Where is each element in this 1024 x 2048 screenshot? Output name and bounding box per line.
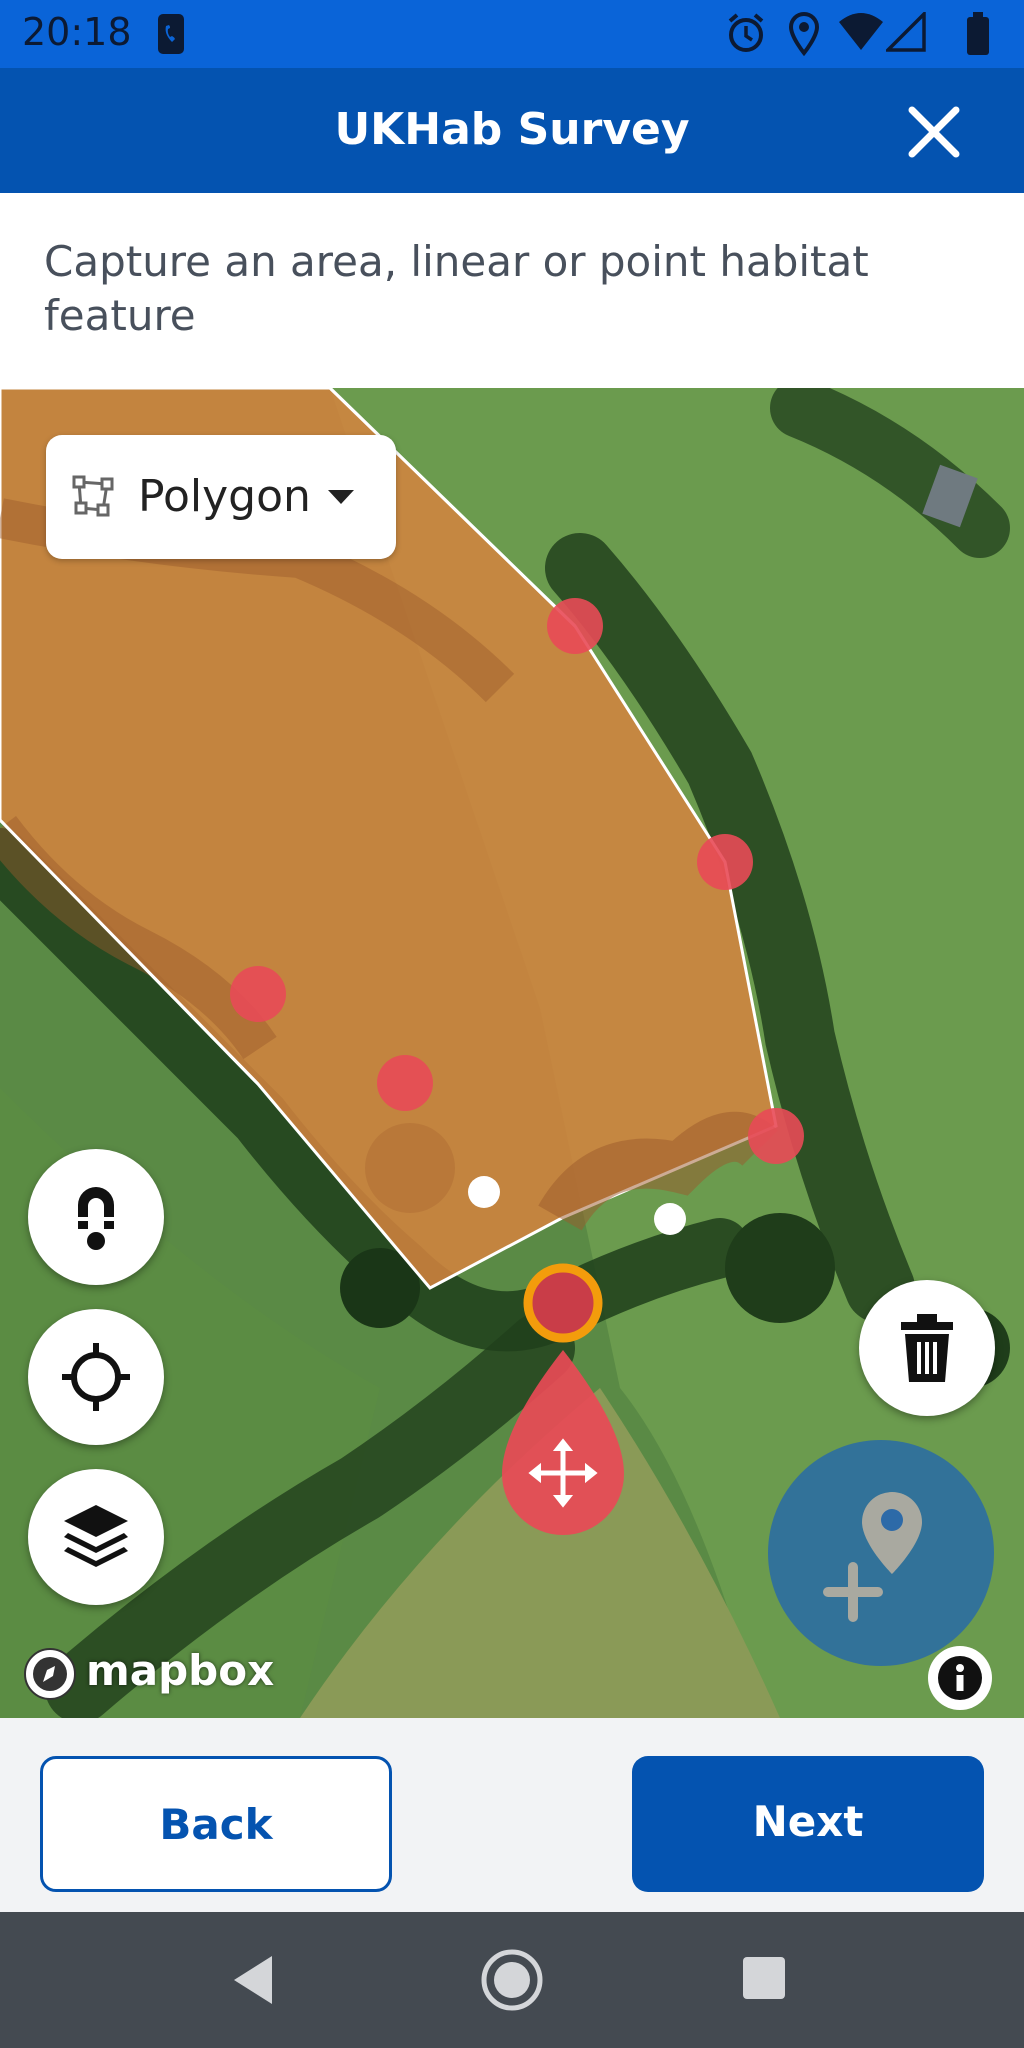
info-icon xyxy=(938,1656,982,1700)
phone-icon xyxy=(156,12,186,60)
back-nav-button[interactable] xyxy=(228,1952,280,2012)
app-header: UKHab Survey xyxy=(0,68,1024,193)
snap-toggle-button[interactable] xyxy=(28,1149,164,1285)
page-title: UKHab Survey xyxy=(334,104,690,155)
back-button[interactable]: Back xyxy=(40,1756,392,1892)
locate-button[interactable] xyxy=(28,1309,164,1445)
back-nav-icon xyxy=(234,1956,272,2004)
footer-actions: Back Next xyxy=(0,1718,1024,1912)
map-view[interactable]: Polygon mapbox xyxy=(0,388,1024,1718)
next-button[interactable]: Next xyxy=(632,1756,984,1892)
wifi-icon xyxy=(838,12,884,56)
magnet-icon xyxy=(78,1187,114,1250)
close-icon xyxy=(908,106,960,158)
attribution-info-button[interactable] xyxy=(928,1646,992,1710)
alarm-icon xyxy=(725,12,767,58)
signal-icon xyxy=(883,9,926,56)
crosshair-icon xyxy=(62,1343,130,1411)
battery-icon xyxy=(966,12,990,60)
selected-vertex[interactable] xyxy=(523,1263,603,1343)
add-location-icon xyxy=(823,1492,922,1622)
geometry-type-label: Polygon xyxy=(138,471,311,522)
layers-icon xyxy=(64,1505,128,1567)
home-nav-button[interactable] xyxy=(480,1948,544,2016)
geometry-type-dropdown[interactable]: Polygon xyxy=(46,435,396,559)
recents-nav-button[interactable] xyxy=(742,1956,786,2004)
instruction-panel: Capture an area, linear or point habitat… xyxy=(0,193,1024,388)
layers-button[interactable] xyxy=(28,1469,164,1605)
caret-down-icon xyxy=(328,490,354,504)
status-bar: 20:18 xyxy=(0,0,1024,68)
location-icon xyxy=(788,11,820,60)
system-nav-bar xyxy=(0,1912,1024,2048)
trash-icon xyxy=(901,1314,953,1382)
delete-vertex-button[interactable] xyxy=(859,1280,995,1416)
instruction-text: Capture an area, linear or point habitat… xyxy=(44,237,869,340)
mapbox-mark-icon xyxy=(24,1648,76,1700)
add-point-button[interactable] xyxy=(768,1440,994,1666)
status-time: 20:18 xyxy=(22,10,132,54)
polygon-icon xyxy=(72,475,114,517)
close-button[interactable] xyxy=(906,104,962,160)
home-nav-icon xyxy=(481,1949,543,2011)
mapbox-logo-text: mapbox xyxy=(86,1646,275,1695)
recents-nav-icon xyxy=(743,1957,785,1999)
